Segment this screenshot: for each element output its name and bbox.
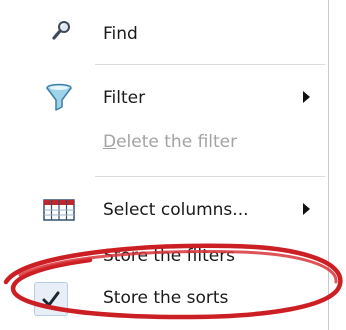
menu-item-store-filters[interactable]: Store the filters [0,236,327,276]
menu-item-filter[interactable]: Filter [0,78,327,118]
menu-separator [95,176,325,177]
menu-item-find-label: Find [103,24,138,44]
access-key-d: D [103,132,117,152]
menu-item-select-columns[interactable]: Select columns... [0,190,327,230]
funnel-icon [42,82,76,114]
magnifier-icon [42,18,76,50]
menu-item-filter-label: Filter [103,88,146,108]
menu-item-delete-filter-label: Delete the filter [103,130,237,154]
menu-item-delete-filter-label-rest: elete the filter [116,132,238,152]
menu-separator [95,64,325,65]
menu-item-store-filters-label: Store the filters [103,246,236,266]
menu-border [328,0,329,330]
menu-item-delete-filter: Delete the filter [0,122,327,162]
menu-item-store-sorts[interactable]: Store the sorts [0,278,327,318]
menu-item-store-sorts-label: Store the sorts [103,288,229,308]
submenu-arrow-icon [303,203,310,215]
submenu-arrow-icon [303,91,310,103]
context-menu: Find Filter Delete the filter Select col… [0,0,346,330]
menu-item-select-columns-label: Select columns... [103,200,249,220]
checkmark-icon [34,282,68,316]
menu-item-find[interactable]: Find [0,14,327,54]
columns-icon [42,194,76,226]
